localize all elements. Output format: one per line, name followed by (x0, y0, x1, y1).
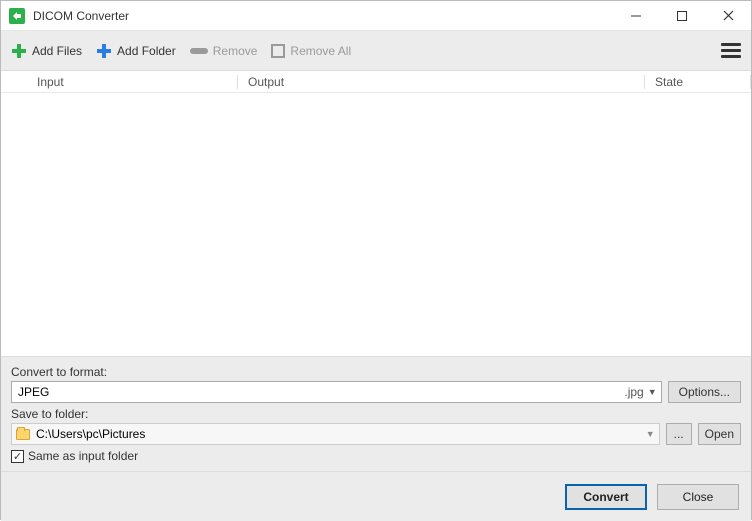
chevron-down-icon: ▼ (646, 429, 655, 439)
toolbar: Add Files Add Folder Remove Remove All (1, 31, 751, 71)
remove-all-button: Remove All (271, 44, 351, 58)
remove-label: Remove (213, 44, 258, 58)
close-button[interactable]: Close (657, 484, 739, 510)
same-as-input-label: Same as input folder (28, 449, 138, 463)
minimize-button[interactable] (613, 1, 659, 31)
chevron-down-icon: ▼ (648, 387, 657, 397)
save-folder-path: C:\Users\pc\Pictures (36, 427, 145, 441)
menu-button[interactable] (721, 43, 741, 58)
convert-format-label: Convert to format: (11, 365, 741, 379)
add-folder-label: Add Folder (117, 44, 176, 58)
format-ext: .jpg (624, 385, 643, 399)
format-select[interactable]: JPEG .jpg ▼ (11, 381, 662, 403)
add-files-label: Add Files (32, 44, 82, 58)
checkbox-icon: ✓ (11, 450, 24, 463)
close-icon (723, 10, 734, 21)
app-icon (9, 8, 25, 24)
column-header: Input Output State (1, 71, 751, 93)
column-state[interactable]: State (645, 75, 750, 89)
add-files-button[interactable]: Add Files (11, 43, 82, 59)
minus-icon (190, 48, 208, 54)
plus-icon (96, 43, 112, 59)
add-folder-button[interactable]: Add Folder (96, 43, 176, 59)
title-bar: DICOM Converter (1, 1, 751, 31)
options-button[interactable]: Options... (668, 381, 741, 403)
minimize-icon (631, 11, 641, 21)
format-name: JPEG (18, 385, 624, 399)
footer: Convert Close (1, 471, 751, 521)
file-list[interactable] (1, 93, 751, 356)
maximize-button[interactable] (659, 1, 705, 31)
column-output[interactable]: Output (238, 75, 644, 89)
square-icon (271, 44, 285, 58)
remove-all-label: Remove All (290, 44, 351, 58)
folder-icon (16, 429, 30, 440)
save-folder-select[interactable]: C:\Users\pc\Pictures ▼ (11, 423, 660, 445)
settings-panel: Convert to format: JPEG .jpg ▼ Options..… (1, 356, 751, 471)
column-input[interactable]: Input (1, 75, 237, 89)
convert-button[interactable]: Convert (565, 484, 647, 510)
column-divider (750, 75, 751, 89)
same-as-input-checkbox[interactable]: ✓ Same as input folder (11, 449, 741, 463)
maximize-icon (677, 11, 687, 21)
remove-button: Remove (190, 44, 258, 58)
open-folder-button[interactable]: Open (698, 423, 741, 445)
save-folder-label: Save to folder: (11, 407, 741, 421)
close-window-button[interactable] (705, 1, 751, 31)
plus-icon (11, 43, 27, 59)
window-title: DICOM Converter (33, 9, 613, 23)
browse-button[interactable]: ... (666, 423, 692, 445)
